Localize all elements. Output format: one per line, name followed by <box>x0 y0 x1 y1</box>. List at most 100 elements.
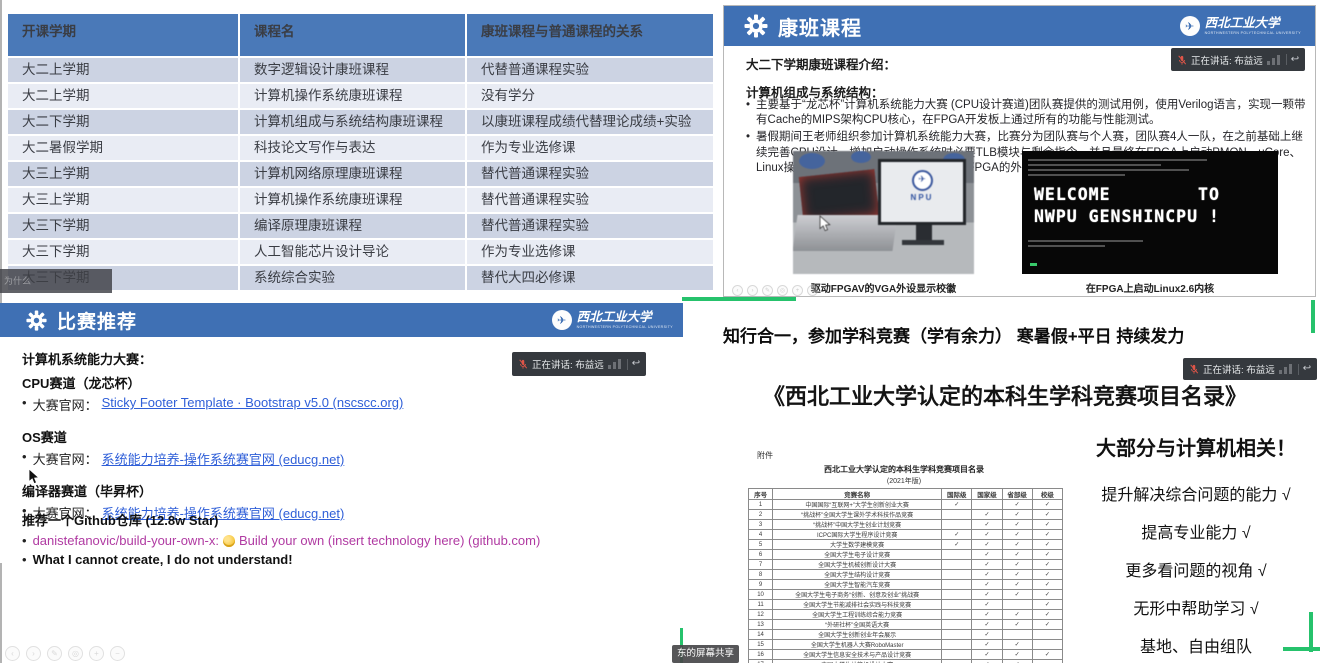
university-logo: ✈ 西北工业大学 NORTHWESTERN POLYTECHNICAL UNIV… <box>552 310 673 330</box>
doc-table-title: 西北工业大学认定的本科生学科竞赛项目名录 <box>745 464 1063 475</box>
doc-cell: ✓ <box>1032 600 1062 610</box>
benefit-item: 更多看问题的视角 √ <box>1072 557 1320 581</box>
doc-cell: ✓ <box>1002 610 1032 620</box>
doc-cell <box>972 500 1002 510</box>
table-row: 大三下学期编译原理康班课程替代普通课程实验 <box>8 214 713 238</box>
table-cell: 没有学分 <box>467 84 713 108</box>
reply-arrow-icon[interactable]: ↩ <box>1291 55 1299 65</box>
next-slide-button[interactable]: › <box>26 646 41 661</box>
doc-cell: 17 <box>749 660 773 663</box>
doc-competition-name: 全国大学生机器人大赛RoboMaster <box>773 640 942 650</box>
terminal-prompt <box>1030 263 1037 266</box>
github-heading: 推荐一个Github仓库 (12.8w Star) <box>22 510 672 529</box>
doc-competition-name: 全国大学生智能汽车竞赛 <box>773 580 942 590</box>
doc-cell <box>942 620 972 630</box>
slide-nav: ‹ › ✎ ◎ +− <box>5 646 125 661</box>
doc-column-header: 校级 <box>1032 489 1062 500</box>
photo-caption: 驱动FPGAV的VGA外设显示校徽 <box>793 280 974 295</box>
reply-arrow-icon[interactable]: ↩ <box>632 359 640 369</box>
pen-tool-button[interactable]: ✎ <box>762 285 773 296</box>
github-link[interactable]: danistefanovic/build-your-own-x: <box>33 533 219 548</box>
doc-cell: 9 <box>749 580 773 590</box>
doc-competition-name: 全国大学生机械创新设计大赛 <box>773 560 942 570</box>
laser-pointer-button[interactable]: ◎ <box>777 285 788 296</box>
divider <box>1286 54 1287 65</box>
doc-row: 10全国大学生电子商务“创新、创意及创业”挑战赛✓✓✓ <box>749 590 1063 600</box>
doc-table-edition: (2021年版) <box>745 476 1063 486</box>
table-cell: 替代普通课程实验 <box>467 214 713 238</box>
doc-cell: 14 <box>749 630 773 640</box>
doc-cell: ✓ <box>972 590 1002 600</box>
doc-competition-name: 中国大学生计算机设计大赛 <box>773 660 942 663</box>
doc-cell: 15 <box>749 640 773 650</box>
bullet-item: • danistefanovic/build-your-own-x: Build… <box>22 533 672 548</box>
speaking-label: 正在讲话: 布益远 <box>1203 362 1275 376</box>
section-title: 编译器赛道（毕昇杯） <box>22 481 662 500</box>
doc-cell: ✓ <box>972 600 1002 610</box>
section-title: OS赛道 <box>22 427 662 446</box>
doc-cell: ✓ <box>972 640 1002 650</box>
terminal-banner-line: WELCOME TO <box>1034 184 1278 206</box>
screen-share-tooltip: 东的屏幕共享 <box>672 645 739 663</box>
doc-row: 12全国大学生工程训练综合能力竞赛✓✓✓ <box>749 610 1063 620</box>
next-slide-button[interactable]: › <box>747 285 758 296</box>
zoom-out-button[interactable]: − <box>807 285 818 296</box>
doc-competition-name: ICPC国际大学生程序设计竞赛 <box>773 530 942 540</box>
muted-mic-icon <box>518 359 528 369</box>
doc-row: 6全国大学生电子设计竞赛✓✓✓ <box>749 550 1063 560</box>
table-row: 大三下学期系统综合实验替代大四必修课 <box>8 266 713 290</box>
section-title: CPU赛道（龙芯杯） <box>22 373 662 392</box>
share-border <box>682 297 796 301</box>
doc-cell <box>942 660 972 663</box>
doc-cell: ✓ <box>972 580 1002 590</box>
doc-column-header: 国际级 <box>942 489 972 500</box>
doc-row: 1中国国际“互联网+”大学生创新创业大赛✓✓✓ <box>749 500 1063 510</box>
course-table-body: 大二上学期数字逻辑设计康班课程代替普通课程实验大二上学期计算机操作系统康班课程没… <box>8 58 713 290</box>
doc-cell: 6 <box>749 550 773 560</box>
zoom-in-button[interactable]: + <box>89 646 104 661</box>
competition-link[interactable]: Sticky Footer Template · Bootstrap v5.0 … <box>102 395 404 414</box>
competition-link[interactable]: 系统能力培养-操作系统赛官网 (educg.net) <box>102 449 345 468</box>
zoom-out-button[interactable]: − <box>110 646 125 661</box>
doc-cell: ✓ <box>1002 500 1032 510</box>
reply-arrow-icon[interactable]: ↩ <box>1303 364 1311 374</box>
divider <box>627 359 628 370</box>
fpga-photo: ✈ NPU <box>793 151 974 274</box>
table-cell: 大二下学期 <box>8 110 240 134</box>
prev-slide-button[interactable]: ‹ <box>5 646 20 661</box>
audio-wave-icon <box>1279 364 1292 374</box>
doc-row: 16全国大学生信息安全技术与产品设计竞赛✓✓✓ <box>749 650 1063 660</box>
benefit-item: 提升解决综合问题的能力 √ <box>1072 481 1320 505</box>
doc-column-header: 省部级 <box>1002 489 1032 500</box>
doc-row: 5大学生数学建模竞赛✓✓✓✓ <box>749 540 1063 550</box>
course-table: 开课学期 课程名 康班课程与普通课程的关系 大二上学期数字逻辑设计康班课程代替普… <box>8 14 713 290</box>
table-row: 大二上学期数字逻辑设计康班课程代替普通课程实验 <box>8 58 713 82</box>
doc-cell: ✓ <box>1002 660 1032 663</box>
doc-cell <box>1032 630 1062 640</box>
github-link[interactable]: Build your own (insert technology here) … <box>239 533 540 548</box>
doc-cell: ✓ <box>1002 510 1032 520</box>
doc-cell: ✓ <box>1032 650 1062 660</box>
share-border <box>1311 300 1315 333</box>
doc-cell: 8 <box>749 570 773 580</box>
zoom-in-button[interactable]: + <box>792 285 803 296</box>
table-cell: 人工智能芯片设计导论 <box>240 240 467 264</box>
doc-cell: 11 <box>749 600 773 610</box>
prev-slide-button[interactable]: ‹ <box>732 285 743 296</box>
bullet-dot: • <box>22 449 27 468</box>
doc-cell: ✓ <box>942 540 972 550</box>
university-name: 西北工业大学 <box>1205 17 1301 30</box>
bullet-dot: • <box>22 395 27 414</box>
benefit-item: 提高专业能力 √ <box>1072 519 1320 543</box>
slide-title: 康班课程 <box>778 12 862 41</box>
table-cell: 计算机操作系统康班课程 <box>240 84 467 108</box>
table-cell: 替代普通课程实验 <box>467 188 713 212</box>
link-label: 大赛官网： <box>33 395 98 414</box>
slide-title-bar: 康班课程 ✈ 西北工业大学 NORTHWESTERN POLYTECHNICAL… <box>724 6 1315 46</box>
doc-row: 9全国大学生智能汽车竞赛✓✓✓ <box>749 580 1063 590</box>
doc-row: 13“外研社杯”全国英语大赛✓✓✓ <box>749 620 1063 630</box>
competition-section: OS赛道•大赛官网：系统能力培养-操作系统赛官网 (educg.net) <box>22 427 662 468</box>
laser-pointer-button[interactable]: ◎ <box>68 646 83 661</box>
pen-tool-button[interactable]: ✎ <box>47 646 62 661</box>
doc-cell: 7 <box>749 560 773 570</box>
